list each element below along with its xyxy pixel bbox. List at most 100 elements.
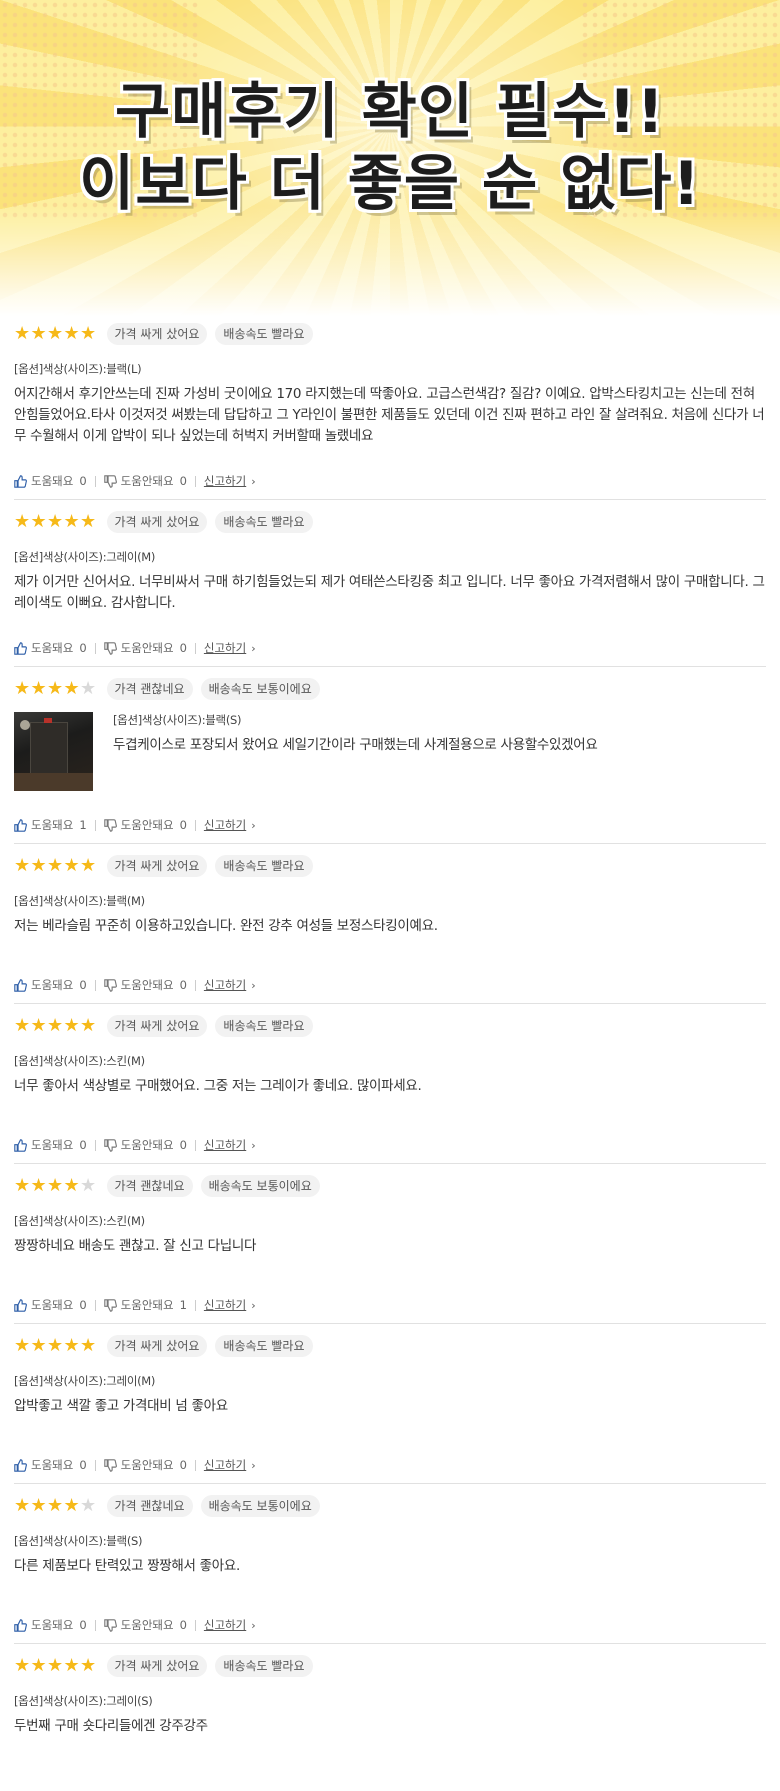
star-filled-icon: ★ <box>47 855 64 876</box>
report-label: 신고하기 <box>203 1618 247 1632</box>
chevron-right-icon: › <box>251 818 256 832</box>
helpful-label: 도움돼요 <box>31 818 74 832</box>
star-filled-icon: ★ <box>14 1015 31 1036</box>
star-filled-icon: ★ <box>14 678 31 699</box>
price-tag: 가격 괜찮네요 <box>106 1175 193 1197</box>
not-helpful-button[interactable]: 도움안돼요 0 <box>103 1137 187 1153</box>
not-helpful-button[interactable]: 도움안돼요 0 <box>103 977 187 993</box>
review-item: ★ ★ ★ ★ ★ 가격 괜찮네요 배송속도 보통이에요 [옵션]색상(사이즈):스킨(… <box>14 1164 766 1324</box>
star-rating: ★ ★ ★ ★ ★ <box>14 680 97 698</box>
not-helpful-button[interactable]: 도움안돼요 0 <box>103 817 187 833</box>
thumbs-up-icon <box>14 1298 27 1312</box>
review-text: 다른 제품보다 탄력있고 짱짱해서 좋아요. <box>14 1558 240 1574</box>
review-option: [옵션]색상(사이즈):그레이(S) <box>14 1694 153 1708</box>
review-option: [옵션]색상(사이즈):그레이(M) <box>14 550 156 564</box>
shipping-tag: 배송속도 빨라요 <box>215 1335 313 1357</box>
review-actions: 도움돼요 0 도움안돼요 0 신고하기 › <box>14 975 766 995</box>
review-text: 저는 베라슬림 꾸준히 이용하고있습니다. 완전 강추 여성들 보정스타킹이예요… <box>14 918 438 934</box>
chevron-right-icon: › <box>251 641 256 655</box>
star-filled-icon: ★ <box>47 1655 64 1676</box>
price-tag: 가격 싸게 샀어요 <box>106 511 208 533</box>
thumbs-up-icon <box>14 1618 27 1632</box>
not-helpful-button[interactable]: 도움안돼요 0 <box>103 1617 187 1633</box>
chevron-right-icon: › <box>251 474 256 488</box>
shipping-tag: 배송속도 빨라요 <box>215 1015 313 1037</box>
helpful-button[interactable]: 도움돼요 0 <box>14 1617 87 1633</box>
helpful-label: 도움돼요 <box>31 474 74 488</box>
review-actions: 도움돼요 0 도움안돼요 0 신고하기 › <box>14 471 766 491</box>
helpful-button[interactable]: 도움돼요 0 <box>14 1137 87 1153</box>
review-photo-thumbnail[interactable] <box>14 712 93 791</box>
review-item: ★ ★ ★ ★ ★ 가격 싸게 샀어요 배송속도 빨라요 [옵션]색상(사이즈):스킨(… <box>14 1004 766 1164</box>
star-filled-icon: ★ <box>14 1175 31 1196</box>
report-label: 신고하기 <box>203 978 247 992</box>
shipping-tag: 배송속도 빨라요 <box>215 323 313 345</box>
not-helpful-label: 도움안돼요 <box>120 1458 174 1472</box>
star-filled-icon: ★ <box>63 511 80 532</box>
helpful-button[interactable]: 도움돼요 0 <box>14 977 87 993</box>
star-filled-icon: ★ <box>63 1495 80 1516</box>
review-option: [옵션]색상(사이즈):블랙(M) <box>14 894 145 908</box>
review-text: 압박좋고 색깔 좋고 가격대비 넘 좋아요 <box>14 1398 228 1414</box>
not-helpful-count: 0 <box>179 978 187 992</box>
shipping-tag: 배송속도 보통이에요 <box>200 1495 320 1517</box>
star-rating: ★ ★ ★ ★ ★ <box>14 513 97 531</box>
star-filled-icon: ★ <box>47 1335 64 1356</box>
report-link[interactable]: 신고하기 › <box>204 1137 256 1153</box>
star-filled-icon: ★ <box>30 1495 47 1516</box>
helpful-button[interactable]: 도움돼요 0 <box>14 640 87 656</box>
review-text: 짱짱하네요 배송도 괜찮고. 잘 신고 다닙니다 <box>14 1238 257 1254</box>
report-label: 신고하기 <box>203 474 247 488</box>
helpful-button[interactable]: 도움돼요 0 <box>14 473 87 489</box>
star-filled-icon: ★ <box>63 1655 80 1676</box>
price-tag: 가격 괜찮네요 <box>106 1495 193 1517</box>
helpful-button[interactable]: 도움돼요 0 <box>14 1457 87 1473</box>
report-link[interactable]: 신고하기 › <box>204 1617 256 1633</box>
not-helpful-button[interactable]: 도움안돼요 0 <box>103 1457 187 1473</box>
not-helpful-button[interactable]: 도움안돼요 0 <box>103 473 187 489</box>
review-actions: 도움돼요 0 도움안돼요 0 신고하기 › <box>14 638 766 658</box>
review-text: 어지간해서 후기안쓰는데 진짜 가성비 굿이에요 170 라지했는데 딱좋아요.… <box>14 386 765 444</box>
report-link[interactable]: 신고하기 › <box>204 473 256 489</box>
review-item: ★ ★ ★ ★ ★ 가격 싸게 샀어요 배송속도 빨라요 [옵션]색상(사이즈):블랙(… <box>14 844 766 1004</box>
not-helpful-button[interactable]: 도움안돼요 0 <box>103 640 187 656</box>
thumbs-up-icon <box>14 641 27 655</box>
review-text: 두겹케이스로 포장되서 왔어요 세일기간이라 구매했는데 사계절용으로 사용할수… <box>113 737 598 753</box>
shipping-tag: 배송속도 빨라요 <box>215 855 313 877</box>
helpful-label: 도움돼요 <box>31 1618 74 1632</box>
helpful-label: 도움돼요 <box>31 641 74 655</box>
helpful-button[interactable]: 도움돼요 0 <box>14 1297 87 1313</box>
chevron-right-icon: › <box>251 1618 256 1632</box>
report-label: 신고하기 <box>203 818 247 832</box>
price-tag: 가격 괜찮네요 <box>106 678 193 700</box>
helpful-count: 0 <box>79 474 87 488</box>
helpful-count: 0 <box>79 1138 87 1152</box>
thumbs-up-icon <box>14 1458 27 1472</box>
review-item: ★ ★ ★ ★ ★ 가격 싸게 샀어요 배송속도 빨라요 [옵션]색상(사이즈):그레이… <box>14 500 766 667</box>
review-option: [옵션]색상(사이즈):스킨(M) <box>14 1054 145 1068</box>
helpful-button[interactable]: 도움돼요 1 <box>14 817 87 833</box>
helpful-label: 도움돼요 <box>31 1298 74 1312</box>
thumbs-down-icon <box>103 474 117 488</box>
review-item: ★ ★ ★ ★ ★ 가격 싸게 샀어요 배송속도 빨라요 [옵션]색상(사이즈):그레이… <box>14 1324 766 1484</box>
star-filled-icon: ★ <box>30 1015 47 1036</box>
report-link[interactable]: 신고하기 › <box>204 640 256 656</box>
report-label: 신고하기 <box>203 641 247 655</box>
star-filled-icon: ★ <box>47 323 64 344</box>
report-label: 신고하기 <box>203 1298 247 1312</box>
star-rating: ★ ★ ★ ★ ★ <box>14 1657 97 1675</box>
report-link[interactable]: 신고하기 › <box>204 1457 256 1473</box>
report-link[interactable]: 신고하기 › <box>204 817 256 833</box>
star-empty-icon: ★ <box>80 678 97 699</box>
review-actions: 도움돼요 0 도움안돼요 0 신고하기 › <box>14 1615 766 1635</box>
helpful-count: 1 <box>79 818 87 832</box>
not-helpful-button[interactable]: 도움안돼요 1 <box>103 1297 187 1313</box>
thumbs-down-icon <box>103 818 117 832</box>
report-link[interactable]: 신고하기 › <box>204 977 256 993</box>
price-tag: 가격 싸게 샀어요 <box>106 855 208 877</box>
banner-headline-line2: 이보다 더 좋을 순 없다! <box>79 149 701 219</box>
star-filled-icon: ★ <box>14 323 31 344</box>
review-option: [옵션]색상(사이즈):블랙(L) <box>14 362 142 376</box>
not-helpful-count: 0 <box>179 1618 187 1632</box>
report-link[interactable]: 신고하기 › <box>204 1297 256 1313</box>
